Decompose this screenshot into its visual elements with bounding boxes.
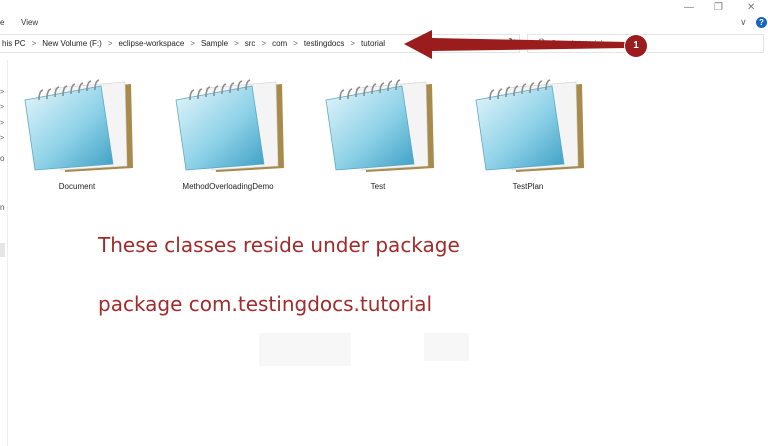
callout-arrow: [404, 30, 628, 59]
annotation-line-1: These classes reside under package: [98, 233, 460, 257]
faint-overlay: [259, 333, 351, 366]
faint-overlay: [424, 333, 469, 361]
annotation-line-2: package com.testingdocs.tutorial: [98, 292, 433, 316]
callout-number-badge: 1: [625, 35, 647, 57]
